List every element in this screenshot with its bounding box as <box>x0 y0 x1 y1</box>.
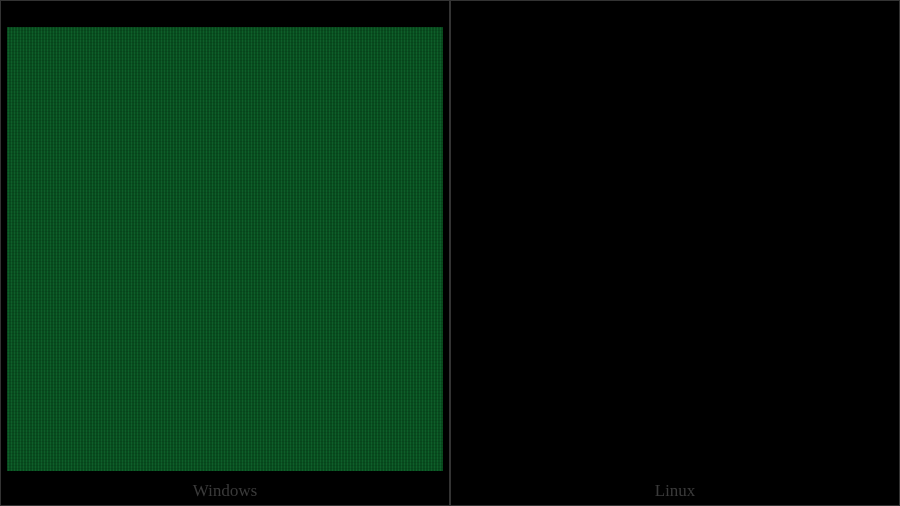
panel-windows-content <box>1 1 449 477</box>
panel-windows-label: Windows <box>1 477 449 505</box>
panel-linux: Linux <box>450 0 900 506</box>
panel-linux-content <box>451 1 899 477</box>
glyph-pattern-windows <box>7 27 443 471</box>
panel-windows: Windows <box>0 0 450 506</box>
glyph-empty-linux <box>457 7 893 471</box>
panel-linux-label: Linux <box>451 477 899 505</box>
